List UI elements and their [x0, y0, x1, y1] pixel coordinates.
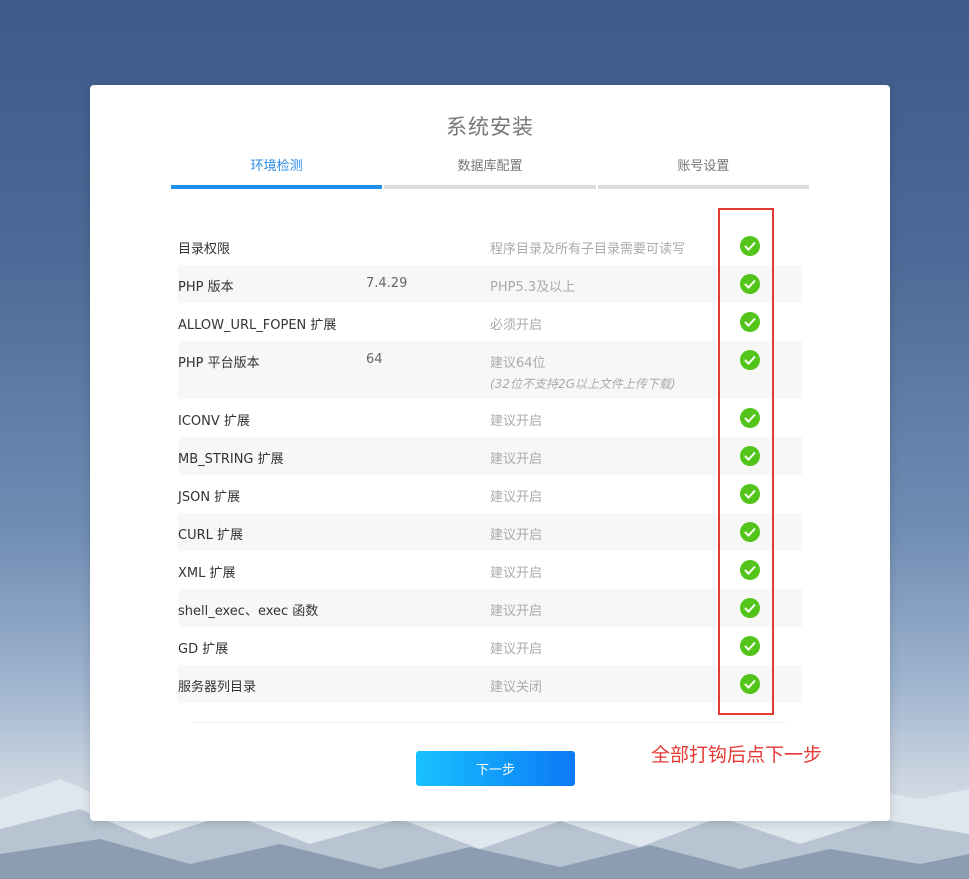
tab-account-settings[interactable]: 账号设置: [597, 155, 809, 189]
table-row: CURL 扩展 建议开启: [178, 513, 802, 551]
annotation-text: 全部打钩后点下一步: [651, 744, 823, 766]
tab-label: 环境检测: [250, 159, 303, 174]
table-row: ALLOW_URL_FOPEN 扩展 必须开启: [178, 303, 802, 341]
check-requirement: 建议关闭: [490, 680, 543, 695]
tab-label: 数据库配置: [457, 159, 523, 174]
check-name: JSON 扩展: [178, 490, 241, 505]
check-name: 服务器列目录: [178, 680, 257, 695]
check-value: 7.4.29: [366, 276, 408, 291]
check-name: CURL 扩展: [178, 528, 244, 543]
check-name: PHP 平台版本: [178, 356, 260, 371]
check-requirement: 建议开启: [490, 414, 543, 429]
page-title: 系统安装: [446, 115, 534, 139]
tab-progress-bar: [384, 185, 596, 189]
tab-label: 账号设置: [677, 159, 730, 174]
check-requirement: 建议开启: [490, 528, 543, 543]
check-name: shell_exec、exec 函数: [178, 604, 319, 619]
check-requirement: 建议开启: [490, 490, 543, 505]
check-name: ALLOW_URL_FOPEN 扩展: [178, 318, 337, 333]
table-row: 目录权限 程序目录及所有子目录需要可读写: [178, 227, 802, 265]
check-note: (32位不支持2G以上文件上传下载): [490, 377, 676, 391]
check-requirement: 建议64位 (32位不支持2G以上文件上传下载): [490, 352, 740, 392]
table-row: MB_STRING 扩展 建议开启: [178, 437, 802, 475]
table-row: GD 扩展 建议开启: [178, 627, 802, 665]
check-name: ICONV 扩展: [178, 414, 250, 429]
check-requirement: 建议开启: [490, 604, 543, 619]
table-row: XML 扩展 建议开启: [178, 551, 802, 589]
check-requirement: 建议开启: [490, 452, 543, 467]
next-step-button[interactable]: 下一步: [416, 751, 575, 786]
check-requirement: 必须开启: [490, 318, 543, 333]
check-name: PHP 版本: [178, 280, 234, 295]
step-tabs: 环境检测 数据库配置 账号设置: [171, 155, 809, 189]
tab-progress-bar: [597, 185, 809, 189]
check-requirement: 程序目录及所有子目录需要可读写: [490, 242, 686, 257]
check-requirement: 建议开启: [490, 642, 543, 657]
check-name: XML 扩展: [178, 566, 236, 581]
environment-check-table: 目录权限 程序目录及所有子目录需要可读写 PHP 版本 7.4.29 PHP5.…: [178, 227, 802, 703]
check-requirement: 建议开启: [490, 566, 543, 581]
check-requirement: PHP5.3及以上: [490, 280, 576, 295]
check-name: GD 扩展: [178, 642, 229, 657]
tab-progress-bar: [171, 185, 383, 189]
check-value: 64: [366, 352, 383, 367]
tab-database-config[interactable]: 数据库配置: [384, 155, 596, 189]
tab-environment-check[interactable]: 环境检测: [171, 155, 383, 189]
table-row: shell_exec、exec 函数 建议开启: [178, 589, 802, 627]
check-name: 目录权限: [178, 242, 231, 257]
divider: [192, 722, 786, 723]
annotation-highlight-box: [718, 208, 774, 715]
table-row: PHP 版本 7.4.29 PHP5.3及以上: [178, 265, 802, 303]
check-name: MB_STRING 扩展: [178, 452, 284, 467]
table-row: 服务器列目录 建议关闭: [178, 665, 802, 703]
table-row: PHP 平台版本 64 建议64位 (32位不支持2G以上文件上传下载): [178, 341, 802, 399]
table-row: ICONV 扩展 建议开启: [178, 399, 802, 437]
table-row: JSON 扩展 建议开启: [178, 475, 802, 513]
